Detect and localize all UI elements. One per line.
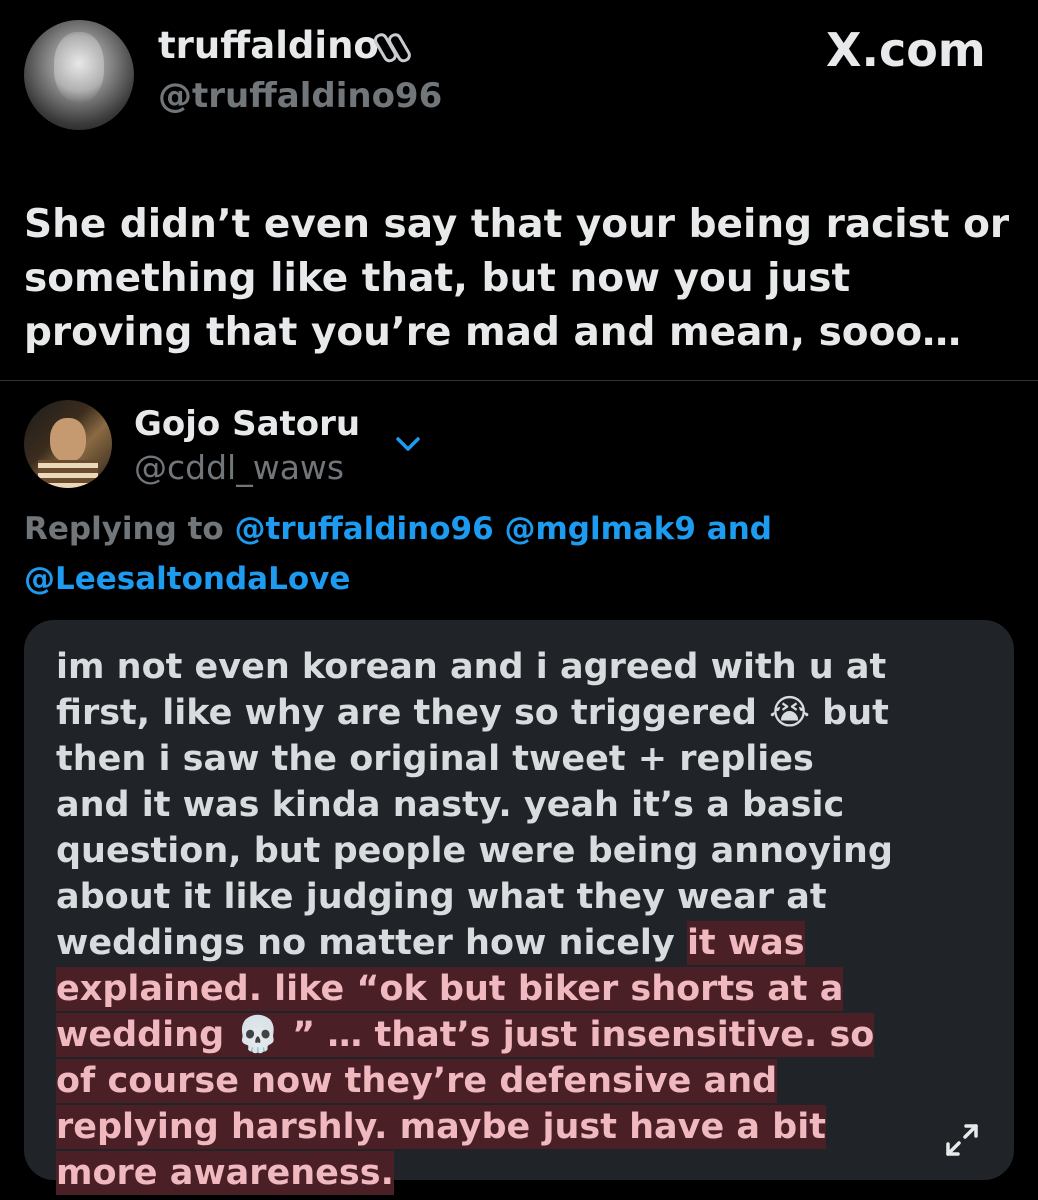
avatar-gojo[interactable]	[24, 400, 112, 488]
mention-link[interactable]: @truffaldino96	[235, 511, 494, 547]
replying-to: Replying to @truffaldino96 @mglmak9 and …	[24, 504, 1014, 604]
mention-link[interactable]: @LeesaltondaLove	[24, 561, 350, 597]
reply-body: im not even korean and i agreed with u a…	[56, 644, 896, 1196]
tweet-text: She didn’t even say that your being raci…	[24, 202, 1010, 355]
expand-icon[interactable]	[942, 1120, 982, 1160]
verified-badge-icon	[374, 28, 414, 68]
skull-emoji: 💀	[236, 1013, 280, 1057]
divider	[0, 380, 1038, 381]
chevron-down-icon[interactable]	[394, 434, 422, 454]
handle[interactable]: @truffaldino96	[158, 74, 442, 118]
source-label: X.com	[826, 23, 986, 77]
reply-card: im not even korean and i agreed with u a…	[24, 620, 1014, 1195]
crying-emoji: 😭	[769, 693, 810, 733]
display-name-text: truffaldino	[158, 24, 379, 67]
reply-text: im not even korean and i agreed with u a…	[56, 647, 887, 733]
replying-to-label: Replying to	[24, 511, 224, 547]
display-name[interactable]: truffaldino	[158, 24, 379, 68]
reply-display-name[interactable]: Gojo Satoru	[134, 402, 360, 446]
mention-link[interactable]: @mglmak9	[504, 511, 696, 547]
reply-handle[interactable]: @cddl_waws	[134, 446, 344, 490]
mentions-and: and	[706, 511, 772, 547]
avatar-truffaldino[interactable]	[24, 20, 134, 130]
